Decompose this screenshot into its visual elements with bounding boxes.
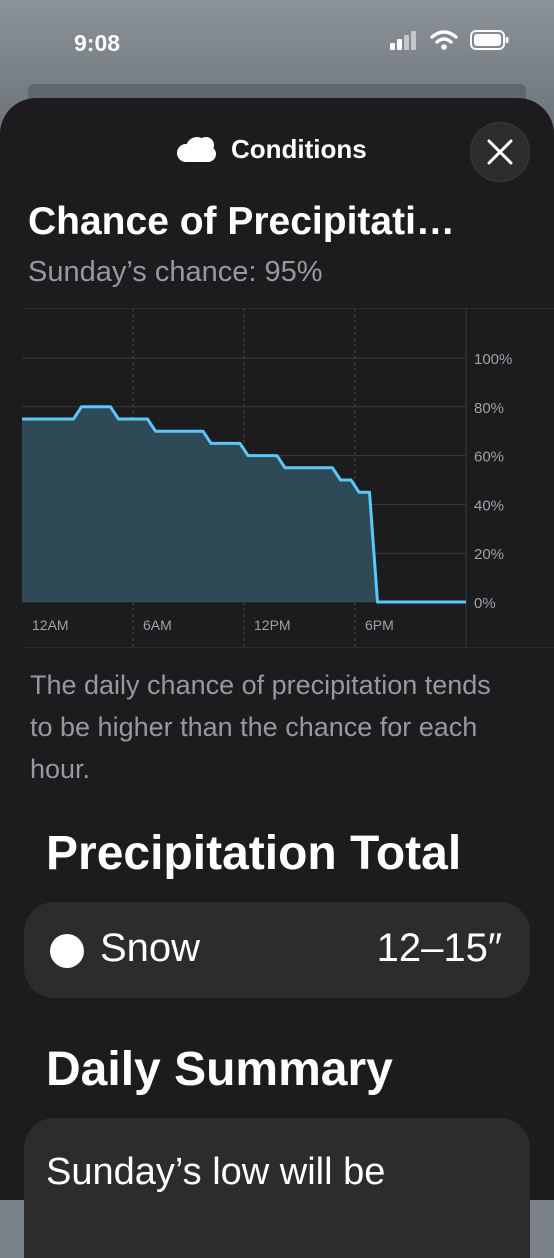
snow-indicator-dot	[50, 934, 84, 968]
sheet-header: Conditions	[0, 98, 554, 208]
precipitation-type-label: Snow	[100, 926, 200, 971]
chart-x-tick-label: 6PM	[365, 617, 394, 633]
daily-summary-card: Sunday’s low will be	[24, 1118, 530, 1258]
chart-y-tick-label: 0%	[474, 595, 496, 612]
status-bar: 9:08	[0, 0, 554, 84]
conditions-sheet: Conditions Chance of Precipitati… Sunday…	[0, 98, 554, 1200]
chart-x-tick-label: 12PM	[254, 617, 291, 633]
sheet-title: Conditions	[173, 134, 367, 165]
sheet-title-label: Conditions	[231, 134, 367, 165]
close-icon	[486, 138, 514, 166]
chart-y-tick-label: 80%	[474, 400, 504, 417]
close-button[interactable]	[470, 122, 530, 182]
precipitation-total-card: Snow 12–15″	[24, 902, 530, 998]
precipitation-chart[interactable]: 0% 20% 40% 60% 80% 100% 12AM 6AM 12PM 6PM	[0, 308, 554, 648]
cloud-icon	[173, 136, 219, 164]
precipitation-total-value: 12–15″	[377, 926, 502, 971]
chart-y-tick-label: 100%	[474, 351, 512, 368]
chart-y-tick-label: 60%	[474, 449, 504, 466]
status-time: 9:08	[74, 30, 120, 57]
daily-chance-subtitle: Sunday’s chance: 95%	[28, 256, 323, 289]
daily-summary-title: Daily Summary	[46, 1042, 393, 1097]
wifi-icon	[430, 30, 458, 50]
chart-footnote: The daily chance of precipitation tends …	[30, 664, 510, 790]
daily-summary-text: Sunday’s low will be	[46, 1148, 516, 1196]
signal-bars-icon	[390, 30, 418, 50]
battery-icon	[470, 30, 510, 50]
page-title: Chance of Precipitati…	[28, 200, 528, 244]
chart-x-tick-label: 12AM	[32, 617, 69, 633]
chart-x-tick-label: 6AM	[143, 617, 172, 633]
chart-y-tick-label: 20%	[474, 546, 504, 563]
chart-y-tick-label: 40%	[474, 497, 504, 514]
precipitation-total-title: Precipitation Total	[46, 826, 461, 881]
